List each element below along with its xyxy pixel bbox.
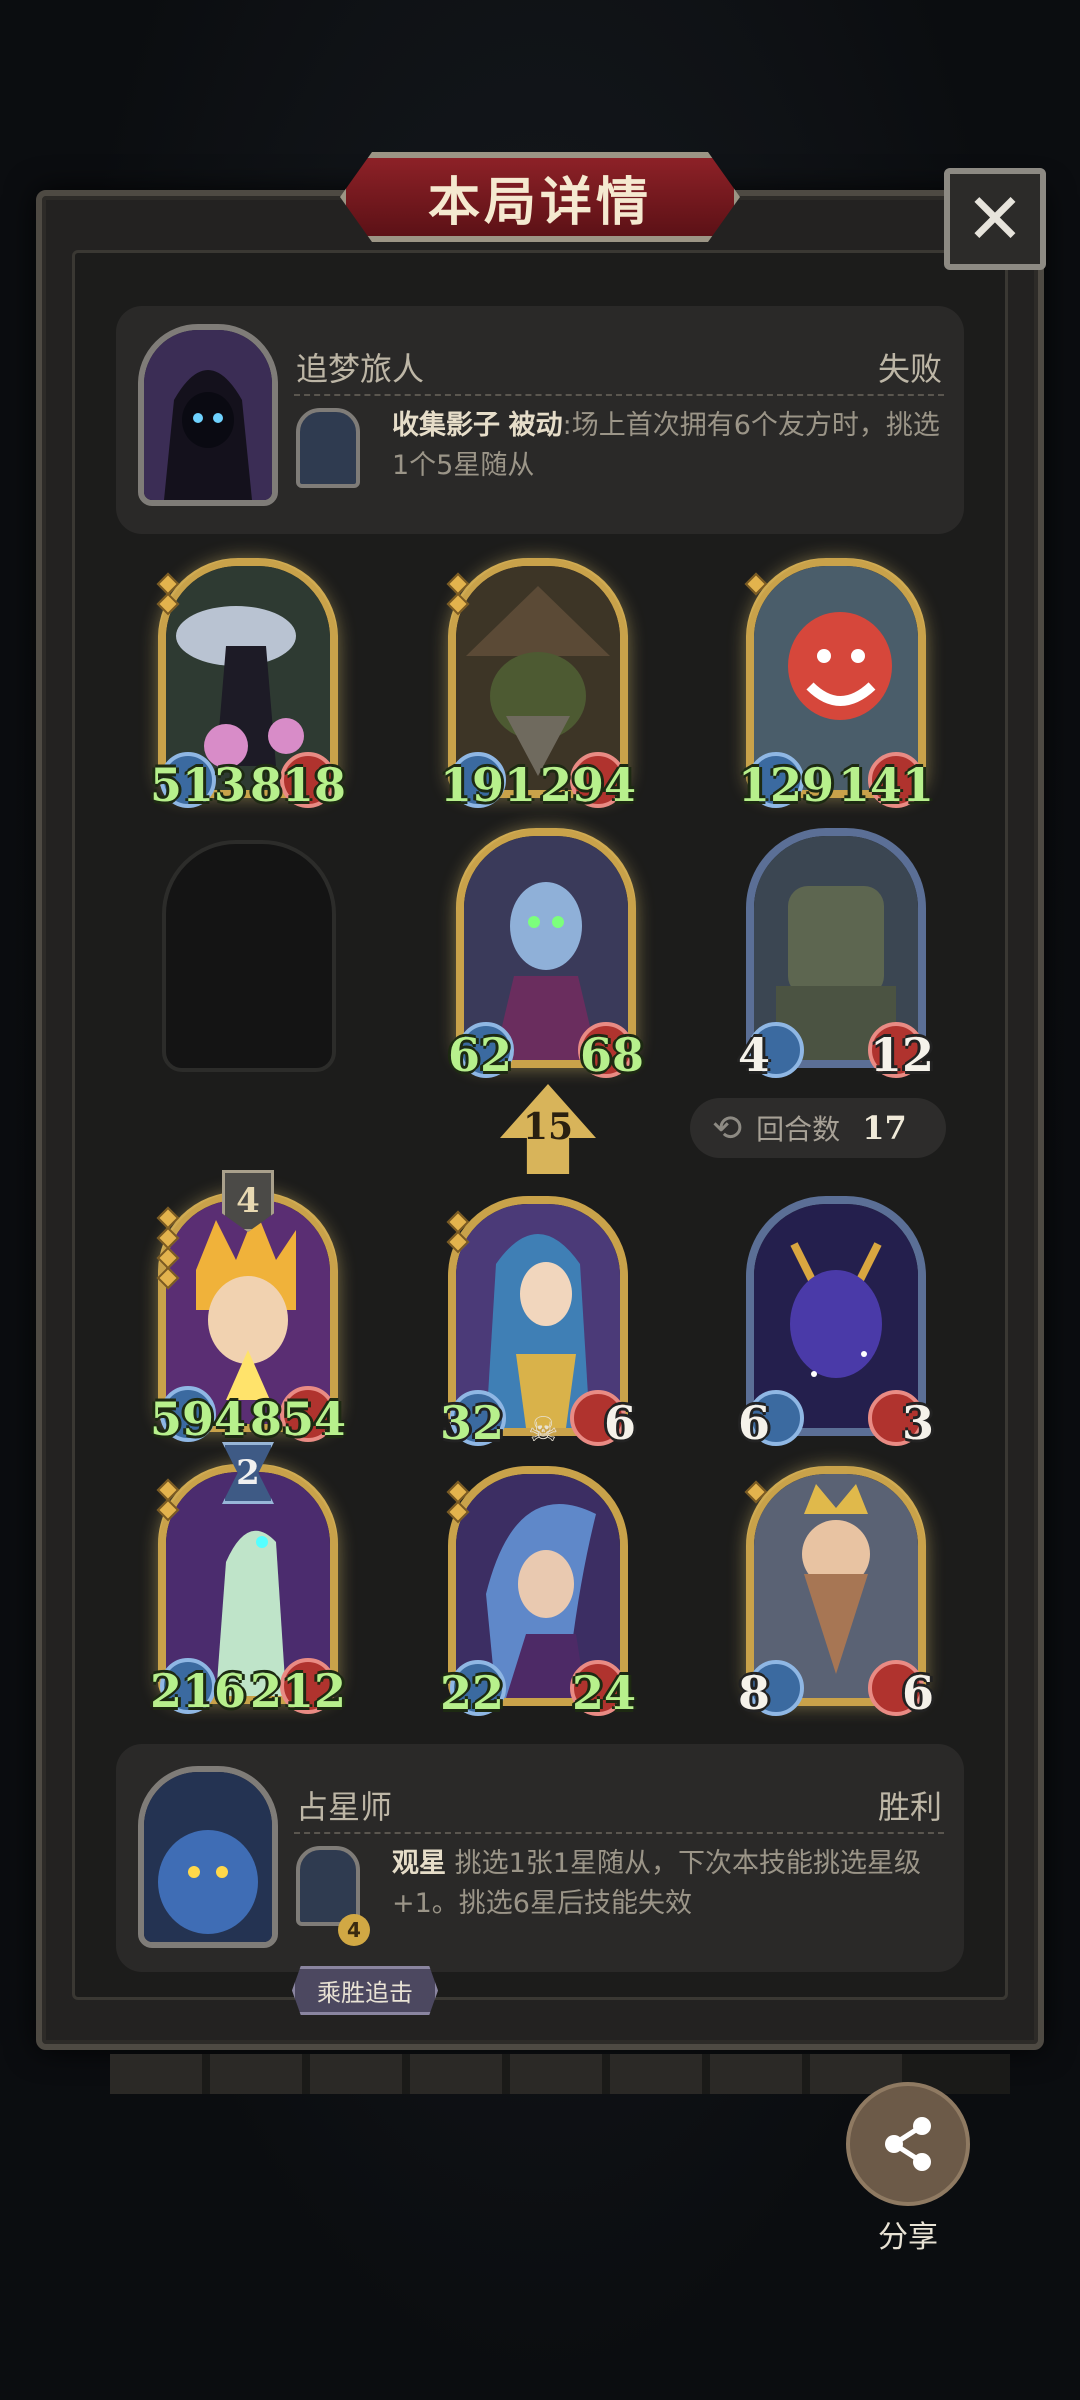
attack-value: 129 bbox=[738, 758, 835, 812]
rounds-value: 17 bbox=[862, 1109, 907, 1147]
attack-value: 8 bbox=[738, 1666, 771, 1720]
star-rating bbox=[156, 572, 180, 616]
health-value: 6 bbox=[901, 1666, 934, 1720]
attack-value: 4 bbox=[738, 1028, 771, 1082]
health-value: 212 bbox=[249, 1664, 346, 1718]
skill-name: 观星 bbox=[392, 1848, 446, 1879]
health-value: 3 bbox=[901, 1396, 934, 1450]
attack-value: 62 bbox=[448, 1028, 513, 1082]
rounds-label: 回合数 bbox=[756, 1113, 841, 1146]
health-value: 68 bbox=[579, 1028, 644, 1082]
title-banner: 本局详情 bbox=[340, 152, 740, 242]
star-rating bbox=[744, 572, 768, 596]
health-value: 24 bbox=[571, 1666, 636, 1720]
star-rating bbox=[744, 1480, 768, 1504]
skill-type: 被动 bbox=[508, 410, 563, 441]
player-name: 占星师 bbox=[296, 1788, 393, 1826]
attack-value: 191 bbox=[440, 758, 537, 812]
star-rating bbox=[156, 1478, 180, 1522]
astrologer-icon bbox=[144, 1772, 272, 1942]
enemy-minion-card[interactable]: 4 12 bbox=[738, 828, 934, 1082]
player-panel: 占星师 胜利 4 观星 挑选1张1星随从，下次本技能挑选星级+1。挑选6星后技能… bbox=[116, 1744, 964, 2015]
refresh-icon: ⟲ bbox=[712, 1107, 743, 1149]
share-button[interactable] bbox=[846, 2082, 970, 2206]
opponent-avatar[interactable] bbox=[138, 324, 278, 506]
star-rating bbox=[446, 1210, 470, 1254]
player-minion-card[interactable]: 4 594 854 bbox=[150, 1170, 346, 1446]
enemy-minion-card[interactable]: 62 68 bbox=[448, 828, 644, 1082]
share-label: 分享 bbox=[878, 2220, 938, 2255]
win-streak-tag: 乘胜追击 bbox=[292, 1966, 438, 2015]
enemy-minion-card[interactable]: 513 818 bbox=[150, 558, 346, 812]
close-button[interactable]: ✕ bbox=[944, 168, 1046, 270]
rounds-counter: ⟲ 回合数 17 bbox=[690, 1098, 946, 1158]
star-rating bbox=[446, 572, 470, 616]
attack-value: 216 bbox=[150, 1664, 247, 1718]
page-title: 本局详情 bbox=[427, 172, 652, 233]
attack-value: 513 bbox=[150, 758, 247, 812]
attack-value: 32 bbox=[440, 1396, 505, 1450]
enemy-minion-card[interactable]: 129 141 bbox=[738, 558, 934, 812]
empty-board-slot bbox=[162, 840, 336, 1072]
star-rating bbox=[156, 1206, 180, 1290]
attack-value: 594 bbox=[150, 1392, 247, 1446]
skull-icon: ☠ bbox=[528, 1410, 559, 1450]
player-minion-card[interactable]: 32 6 ☠ bbox=[440, 1196, 636, 1450]
share-icon bbox=[885, 2117, 931, 2171]
health-value: 294 bbox=[539, 758, 636, 812]
health-value: 818 bbox=[249, 758, 346, 812]
attack-value: 22 bbox=[440, 1666, 505, 1720]
opponent-name: 追梦旅人 bbox=[296, 350, 425, 388]
background-minion-strip bbox=[110, 2054, 1010, 2094]
player-minion-card[interactable]: 8 6 bbox=[738, 1466, 934, 1720]
enemy-minion-card[interactable]: 191 294 bbox=[440, 558, 636, 812]
health-value: 12 bbox=[869, 1028, 934, 1082]
player-minion-card[interactable]: 2 216 212 bbox=[150, 1442, 346, 1718]
opponent-result: 失败 bbox=[877, 350, 942, 388]
shadow-skill-icon[interactable] bbox=[296, 408, 360, 488]
health-value: 6 bbox=[603, 1396, 636, 1450]
opponent-panel: 追梦旅人 失败 收集影子 被动:场上首次拥有6个友方时，挑选1个5星随从 bbox=[116, 306, 964, 534]
player-avatar[interactable] bbox=[138, 1766, 278, 1948]
opponent-skill-text: 收集影子 被动:场上首次拥有6个友方时，挑选1个5星随从 bbox=[392, 406, 952, 486]
health-value: 141 bbox=[837, 758, 934, 812]
skill-level-badge: 4 bbox=[338, 1914, 370, 1946]
player-minion-card[interactable]: 6 3 bbox=[738, 1196, 934, 1450]
attack-value: 6 bbox=[738, 1396, 771, 1450]
close-icon: ✕ bbox=[965, 178, 1025, 260]
player-skill-text: 观星 挑选1张1星随从，下次本技能挑选星级+1。挑选6星后技能失效 bbox=[392, 1844, 952, 1924]
skill-description: 挑选1张1星随从，下次本技能挑选星级+1。挑选6星后技能失效 bbox=[392, 1848, 921, 1919]
player-result: 胜利 bbox=[877, 1788, 942, 1826]
health-value: 854 bbox=[249, 1392, 346, 1446]
hooded-figure-icon bbox=[144, 330, 272, 500]
divider bbox=[294, 394, 944, 396]
divider bbox=[294, 1832, 944, 1834]
star-rating bbox=[446, 1480, 470, 1524]
skill-name: 收集影子 bbox=[392, 410, 500, 441]
tavern-tier-value: 15 bbox=[522, 1106, 574, 1148]
player-minion-card[interactable]: 22 24 bbox=[440, 1466, 636, 1720]
